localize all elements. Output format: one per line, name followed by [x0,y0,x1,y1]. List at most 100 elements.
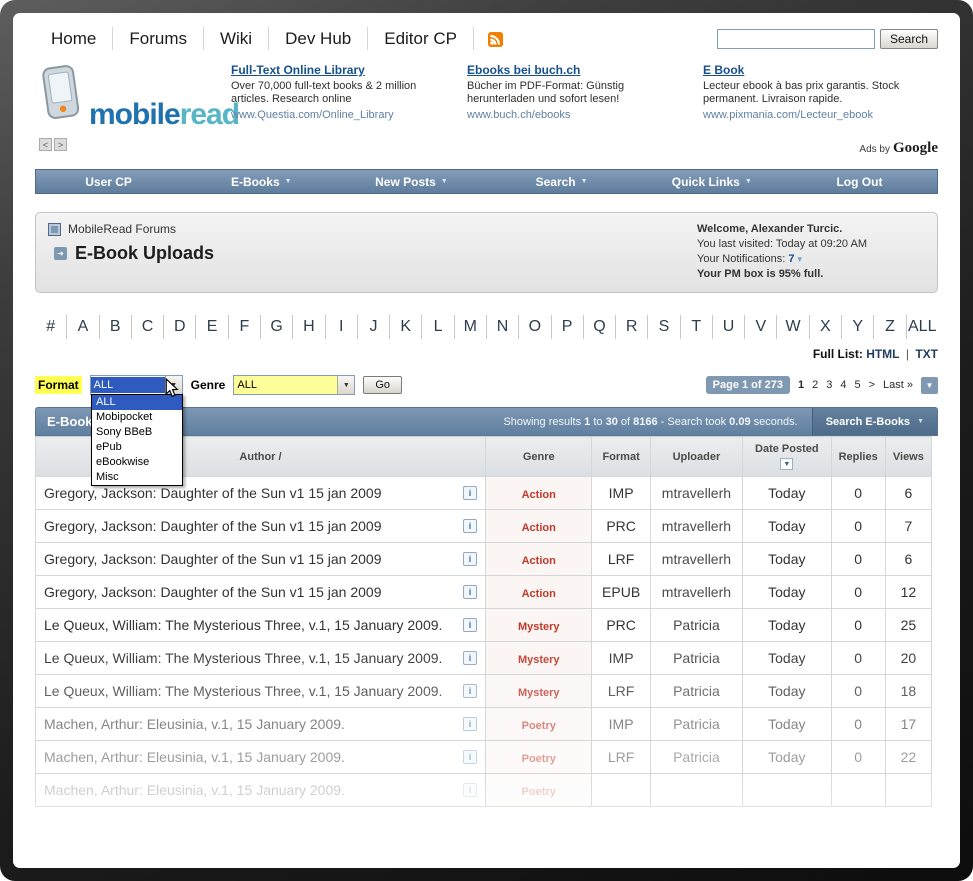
alphabet-link[interactable]: M [455,315,487,339]
book-title-link[interactable]: Gregory, Jackson: Daughter of the Sun v1… [44,583,455,601]
uploader-link[interactable]: mtravellerh [662,584,731,600]
alphabet-link[interactable]: K [390,315,423,339]
notifications-link[interactable]: 7 [788,253,794,265]
alphabet-link[interactable]: T [681,315,713,339]
menu-item[interactable]: New Posts ▼ [336,170,486,193]
page-number-link[interactable]: 4 [840,379,846,391]
page-number-link[interactable]: 5 [854,379,860,391]
alphabet-link[interactable]: R [616,315,649,339]
book-title-link[interactable]: Gregory, Jackson: Daughter of the Sun v1… [44,484,455,502]
ad-url-link[interactable]: www.Questia.com/Online_Library [231,109,394,121]
format-option[interactable]: ePub [92,440,182,455]
column-header-date-posted[interactable]: Date Posted ▼ [742,436,832,477]
top-nav-link[interactable]: Dev Hub [269,27,369,50]
ad-title-link[interactable]: E Book [703,63,744,77]
book-title-link[interactable]: Machen, Arthur: Eleusinia, v.1, 15 Janua… [44,748,455,766]
alphabet-link[interactable]: O [519,315,552,339]
uploader-link[interactable]: Patricia [673,749,720,765]
full-list-html-link[interactable]: HTML [866,347,899,361]
book-title-link[interactable]: Le Queux, William: The Mysterious Three,… [44,616,455,634]
rss-feed-icon[interactable] [487,31,503,47]
alphabet-link[interactable]: U [713,315,746,339]
info-icon[interactable]: i [463,486,477,500]
notifications-icon[interactable]: ▾ [797,254,802,264]
ad-url-link[interactable]: www.buch.ch/ebooks [467,109,570,121]
alphabet-link[interactable]: H [293,315,326,339]
uploader-link[interactable]: mtravellerh [662,551,731,567]
dropdown-arrow-icon[interactable]: ▼ [337,376,355,394]
menu-item[interactable]: Quick Links ▼ [637,170,787,193]
top-nav-link[interactable]: Home [35,27,114,50]
format-option[interactable]: Sony BBeB [92,425,182,440]
info-icon[interactable]: i [463,585,477,599]
ad-title-link[interactable]: Ebooks bei buch.ch [467,63,580,77]
search-ebooks-button[interactable]: Search E-Books ▼ [811,408,937,435]
column-header-uploader[interactable]: Uploader [649,436,744,477]
alphabet-link[interactable]: S [648,315,681,339]
info-icon[interactable]: i [463,750,477,764]
next-page-link[interactable]: > [869,379,875,391]
book-title-link[interactable]: Machen, Arthur: Eleusinia, v.1, 15 Janua… [44,781,455,799]
alphabet-link[interactable]: D [164,315,197,339]
uploader-link[interactable]: Patricia [673,683,720,699]
format-option[interactable]: eBookwise [92,455,182,470]
info-icon[interactable]: i [463,651,477,665]
alphabet-link[interactable]: P [552,315,584,339]
menu-item[interactable]: User CP [36,170,186,193]
info-icon[interactable]: i [463,783,477,797]
book-title-link[interactable]: Gregory, Jackson: Daughter of the Sun v1… [44,550,455,568]
alphabet-link[interactable]: X [810,315,843,339]
format-option[interactable]: Mobipocket [92,410,182,425]
top-nav-link[interactable]: Forums [113,27,204,50]
alphabet-link[interactable]: Y [842,315,875,339]
alphabet-link[interactable]: W [777,315,810,339]
search-button[interactable]: Search [879,29,938,49]
info-icon[interactable]: i [463,552,477,566]
column-header-views[interactable]: Views [884,436,933,477]
ad-pager-prev-button[interactable]: < [39,138,52,151]
book-title-link[interactable]: Machen, Arthur: Eleusinia, v.1, 15 Janua… [44,715,455,733]
alphabet-link[interactable]: # [35,315,68,339]
alphabet-link[interactable]: Z [874,315,907,339]
sort-descending-icon[interactable]: ▼ [780,458,794,470]
book-title-link[interactable]: Gregory, Jackson: Daughter of the Sun v1… [44,517,455,535]
column-header-format[interactable]: Format [591,436,651,477]
ad-pager-next-button[interactable]: > [54,138,67,151]
search-input[interactable] [716,29,875,49]
alphabet-link[interactable]: L [422,315,455,339]
alphabet-link[interactable]: G [261,315,294,339]
page-number-link[interactable]: 2 [812,379,818,391]
top-nav-link[interactable]: Wiki [203,27,270,50]
alphabet-link[interactable]: E [196,315,229,339]
full-list-txt-link[interactable]: TXT [915,347,938,361]
book-title-link[interactable]: Le Queux, William: The Mysterious Three,… [44,649,455,667]
page-number-link[interactable]: 1 [798,379,804,391]
menu-item[interactable]: E-Books ▼ [186,170,336,193]
ad-title-link[interactable]: Full-Text Online Library [231,63,365,77]
ads-by-google-label[interactable]: Ads by Google [859,140,938,157]
page-jump-dropdown[interactable]: ▼ [921,376,938,394]
page-number-link[interactable]: 3 [826,379,832,391]
alphabet-link[interactable]: F [229,315,261,339]
alphabet-link[interactable]: B [100,315,132,339]
alphabet-link[interactable]: A [67,315,100,339]
column-header-replies[interactable]: Replies [830,436,886,477]
uploader-link[interactable]: Patricia [673,650,720,666]
alphabet-link[interactable]: C [132,315,165,339]
column-header-genre[interactable]: Genre [484,436,593,477]
genre-select[interactable]: ALL ▼ [233,375,356,395]
site-logo[interactable]: mobileread < > [35,63,240,153]
menu-item[interactable]: Search ▼ [487,170,637,193]
info-icon[interactable]: i [463,684,477,698]
format-option[interactable]: Misc [92,470,182,485]
book-title-link[interactable]: Le Queux, William: The Mysterious Three,… [44,682,455,700]
alphabet-link[interactable]: I [326,315,358,339]
alphabet-link[interactable]: Q [584,315,617,339]
info-icon[interactable]: i [463,519,477,533]
info-icon[interactable]: i [463,717,477,731]
last-page-link[interactable]: Last » [883,379,913,391]
go-button[interactable]: Go [363,376,403,394]
ad-url-link[interactable]: www.pixmania.com/Lecteur_ebook [703,109,873,121]
alphabet-link[interactable]: N [487,315,520,339]
breadcrumb-site-link[interactable]: MobileRead Forums [68,222,176,236]
